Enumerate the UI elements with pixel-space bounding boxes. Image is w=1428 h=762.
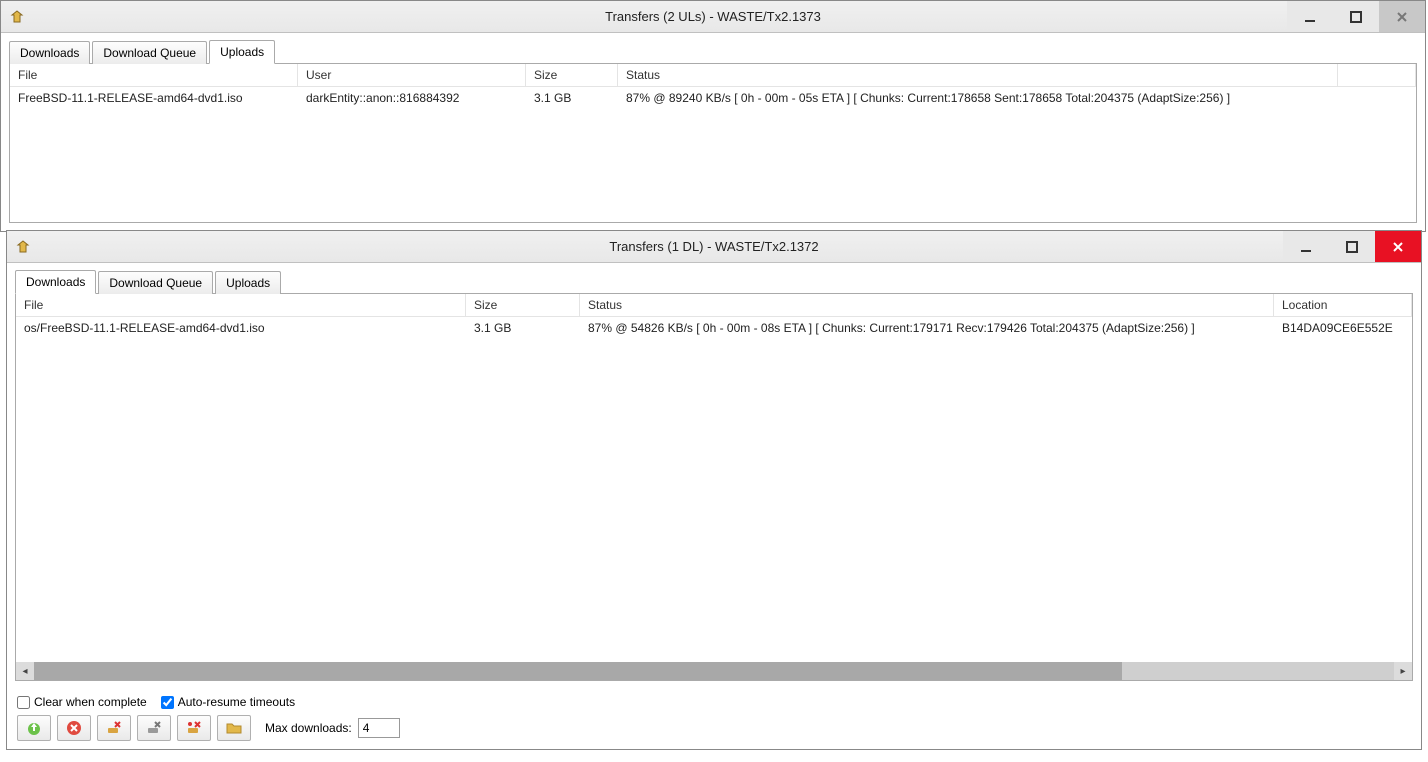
tab-strip: Downloads Download Queue Uploads — [1, 33, 1425, 63]
bottom-bar: Clear when complete Auto-resume timeouts — [7, 689, 1421, 749]
auto-resume-checkbox[interactable]: Auto-resume timeouts — [161, 695, 295, 709]
column-headers: File User Size Status — [10, 64, 1416, 87]
window-title: Transfers (1 DL) - WASTE/Tx2.1372 — [7, 239, 1421, 254]
scroll-thumb[interactable] — [34, 662, 1122, 680]
minimize-button[interactable] — [1283, 231, 1329, 262]
window-title: Transfers (2 ULs) - WASTE/Tx2.1373 — [1, 9, 1425, 24]
app-icon — [15, 239, 31, 255]
window-controls — [1287, 1, 1425, 32]
titlebar[interactable]: Transfers (1 DL) - WASTE/Tx2.1372 — [7, 231, 1421, 263]
auto-resume-input[interactable] — [161, 696, 174, 709]
clear-inactive-button[interactable] — [137, 715, 171, 741]
col-status[interactable]: Status — [618, 64, 1338, 87]
col-size[interactable]: Size — [526, 64, 618, 87]
app-icon — [9, 9, 25, 25]
cell-status: 87% @ 89240 KB/s [ 0h - 00m - 05s ETA ] … — [618, 87, 1338, 109]
col-status[interactable]: Status — [580, 294, 1274, 317]
cell-size: 3.1 GB — [466, 317, 580, 339]
horizontal-scrollbar[interactable]: ◂ ▸ — [16, 662, 1412, 680]
col-file[interactable]: File — [16, 294, 466, 317]
open-folder-button[interactable] — [217, 715, 251, 741]
transfers-window-uploads: Transfers (2 ULs) - WASTE/Tx2.1373 Downl… — [0, 0, 1426, 232]
close-button[interactable] — [1379, 1, 1425, 32]
col-location[interactable]: Location — [1274, 294, 1412, 317]
cell-user: darkEntity::anon::816884392 — [298, 87, 526, 109]
tab-strip: Downloads Download Queue Uploads — [7, 263, 1421, 293]
titlebar[interactable]: Transfers (2 ULs) - WASTE/Tx2.1373 — [1, 1, 1425, 33]
cancel-button[interactable] — [57, 715, 91, 741]
window-controls — [1283, 231, 1421, 262]
table-row[interactable]: os/FreeBSD-11.1-RELEASE-amd64-dvd1.iso 3… — [16, 317, 1412, 339]
uploads-pane: File User Size Status FreeBSD-11.1-RELEA… — [9, 63, 1417, 223]
tab-uploads[interactable]: Uploads — [215, 271, 281, 294]
tab-download-queue[interactable]: Download Queue — [92, 41, 207, 64]
tab-downloads[interactable]: Downloads — [15, 270, 96, 294]
maximize-button[interactable] — [1329, 231, 1375, 262]
clear-all-button[interactable] — [177, 715, 211, 741]
col-size[interactable]: Size — [466, 294, 580, 317]
clear-when-complete-label: Clear when complete — [34, 695, 147, 709]
cell-file: FreeBSD-11.1-RELEASE-amd64-dvd1.iso — [10, 87, 298, 109]
cell-size: 3.1 GB — [526, 87, 618, 109]
max-downloads-label: Max downloads: — [265, 721, 352, 735]
resume-button[interactable] — [17, 715, 51, 741]
tab-download-queue[interactable]: Download Queue — [98, 271, 213, 294]
col-spacer — [1338, 64, 1416, 87]
clear-when-complete-checkbox[interactable]: Clear when complete — [17, 695, 147, 709]
downloads-pane: File Size Status Location os/FreeBSD-11.… — [15, 293, 1413, 681]
toolbar: Max downloads: — [17, 715, 1411, 741]
cell-status: 87% @ 54826 KB/s [ 0h - 00m - 08s ETA ] … — [580, 317, 1274, 339]
scroll-right-icon[interactable]: ▸ — [1394, 662, 1412, 680]
options-row: Clear when complete Auto-resume timeouts — [17, 695, 1411, 709]
col-file[interactable]: File — [10, 64, 298, 87]
clear-when-complete-input[interactable] — [17, 696, 30, 709]
cell-location: B14DA09CE6E552E — [1274, 317, 1412, 339]
scroll-track[interactable] — [34, 662, 1394, 680]
table-row[interactable]: FreeBSD-11.1-RELEASE-amd64-dvd1.iso dark… — [10, 87, 1416, 109]
close-button[interactable] — [1375, 231, 1421, 262]
uploads-list[interactable]: File User Size Status FreeBSD-11.1-RELEA… — [10, 64, 1416, 222]
maximize-button[interactable] — [1333, 1, 1379, 32]
downloads-list[interactable]: File Size Status Location os/FreeBSD-11.… — [16, 294, 1412, 662]
column-headers: File Size Status Location — [16, 294, 1412, 317]
auto-resume-label: Auto-resume timeouts — [178, 695, 295, 709]
scroll-left-icon[interactable]: ◂ — [16, 662, 34, 680]
cell-file: os/FreeBSD-11.1-RELEASE-amd64-dvd1.iso — [16, 317, 466, 339]
clear-completed-button[interactable] — [97, 715, 131, 741]
minimize-button[interactable] — [1287, 1, 1333, 32]
tab-downloads[interactable]: Downloads — [9, 41, 90, 64]
col-user[interactable]: User — [298, 64, 526, 87]
max-downloads-input[interactable] — [358, 718, 400, 738]
transfers-window-downloads: Transfers (1 DL) - WASTE/Tx2.1372 Downlo… — [6, 230, 1422, 750]
tab-uploads[interactable]: Uploads — [209, 40, 275, 64]
